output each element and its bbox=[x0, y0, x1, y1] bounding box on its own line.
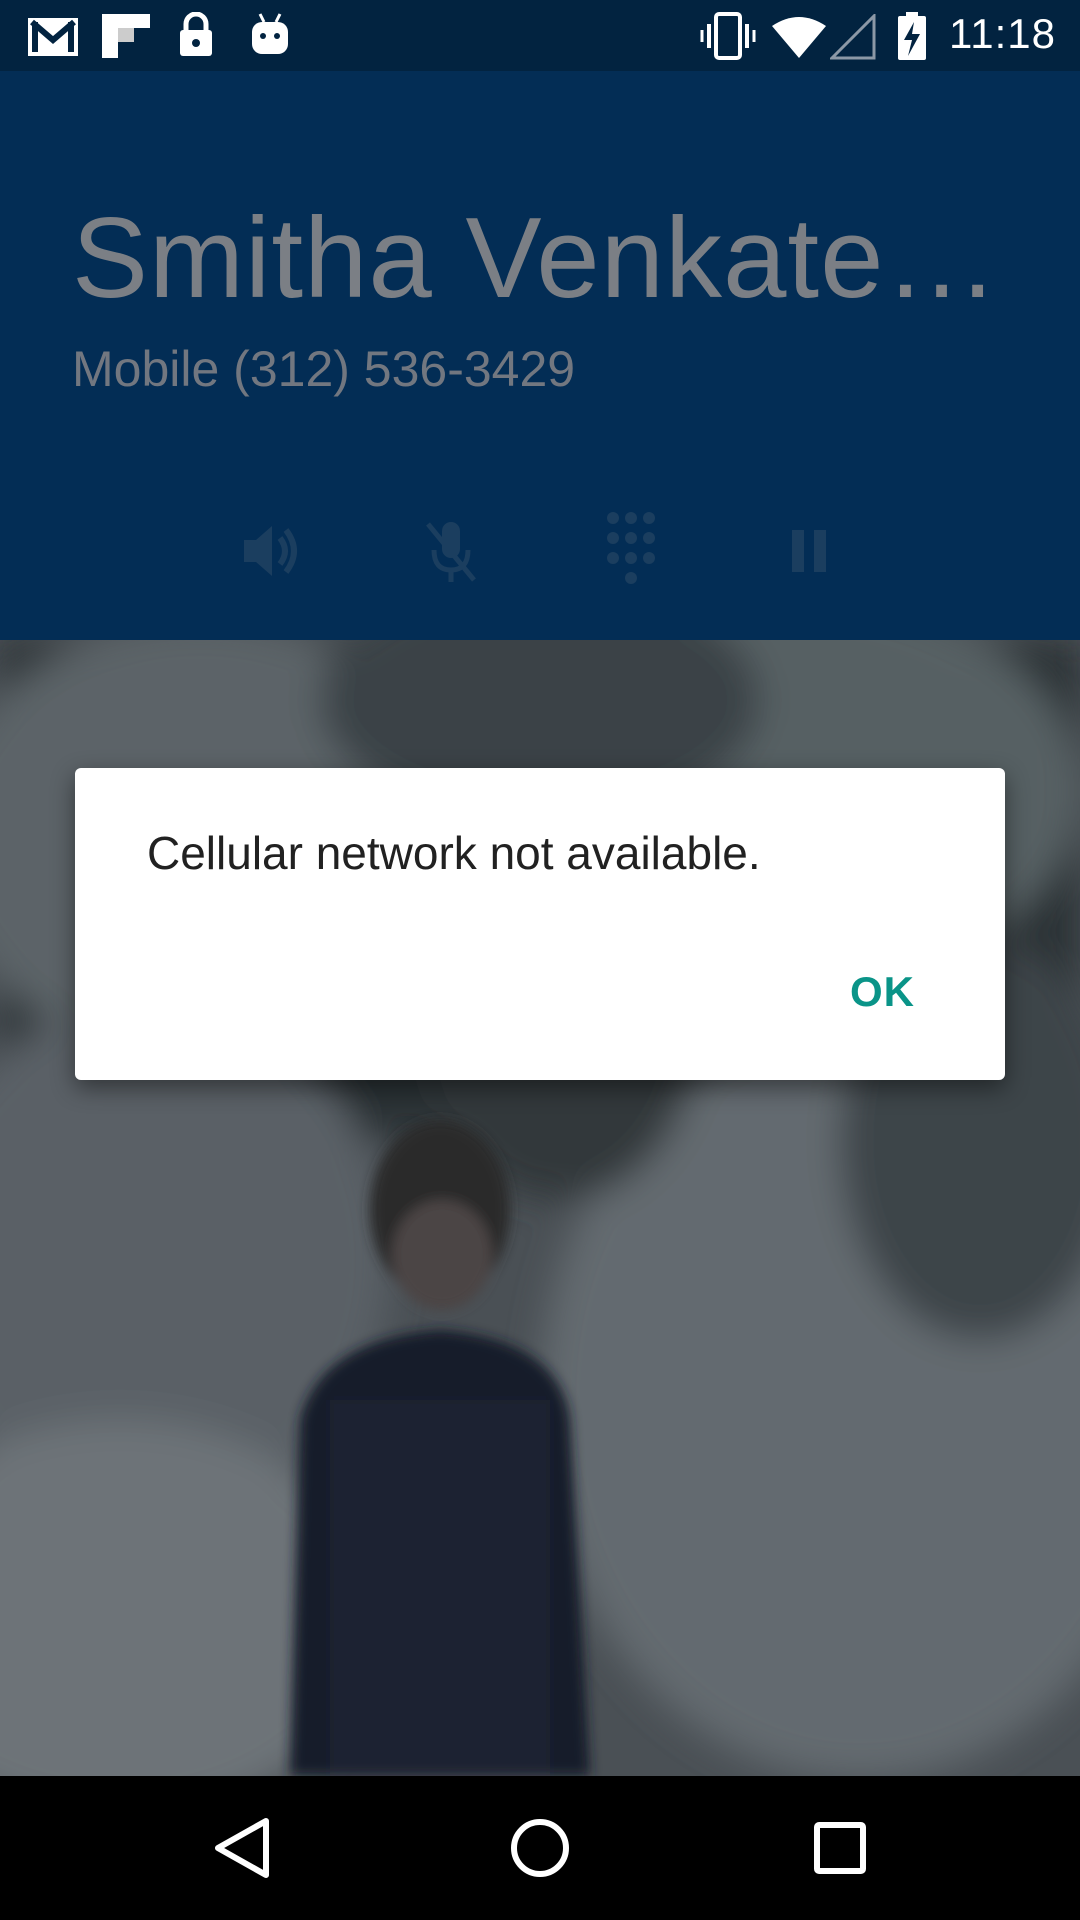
flipboard-icon bbox=[102, 14, 150, 58]
recents-icon[interactable] bbox=[795, 1803, 885, 1893]
status-time: 11:18 bbox=[949, 10, 1056, 57]
android-icon bbox=[252, 13, 288, 54]
gmail-icon bbox=[28, 18, 78, 56]
ok-button[interactable]: OK bbox=[850, 968, 915, 1016]
pause-icon[interactable] bbox=[764, 506, 854, 596]
vibrate-icon bbox=[700, 12, 756, 60]
speaker-icon[interactable] bbox=[222, 506, 312, 596]
cell-signal-icon bbox=[830, 14, 876, 60]
call-header: Smitha Venkate… Mobile (312) 536-3429 bbox=[0, 71, 1080, 640]
caller-number: Mobile (312) 536-3429 bbox=[72, 341, 576, 397]
back-icon[interactable] bbox=[196, 1803, 286, 1893]
mute-icon[interactable] bbox=[406, 506, 496, 596]
caller-name: Smitha Venkate… bbox=[72, 195, 1000, 322]
home-icon[interactable] bbox=[495, 1803, 585, 1893]
call-controls bbox=[0, 506, 1080, 596]
navigation-bar bbox=[0, 1776, 1080, 1920]
battery-charging-icon bbox=[898, 12, 926, 60]
lock-icon bbox=[180, 12, 212, 56]
dialpad-icon[interactable] bbox=[586, 506, 676, 596]
status-bar: 11:18 bbox=[0, 0, 1080, 71]
wifi-icon bbox=[772, 17, 826, 58]
alert-dialog: Cellular network not available. OK bbox=[75, 768, 1005, 1080]
dialog-message: Cellular network not available. bbox=[147, 827, 761, 879]
